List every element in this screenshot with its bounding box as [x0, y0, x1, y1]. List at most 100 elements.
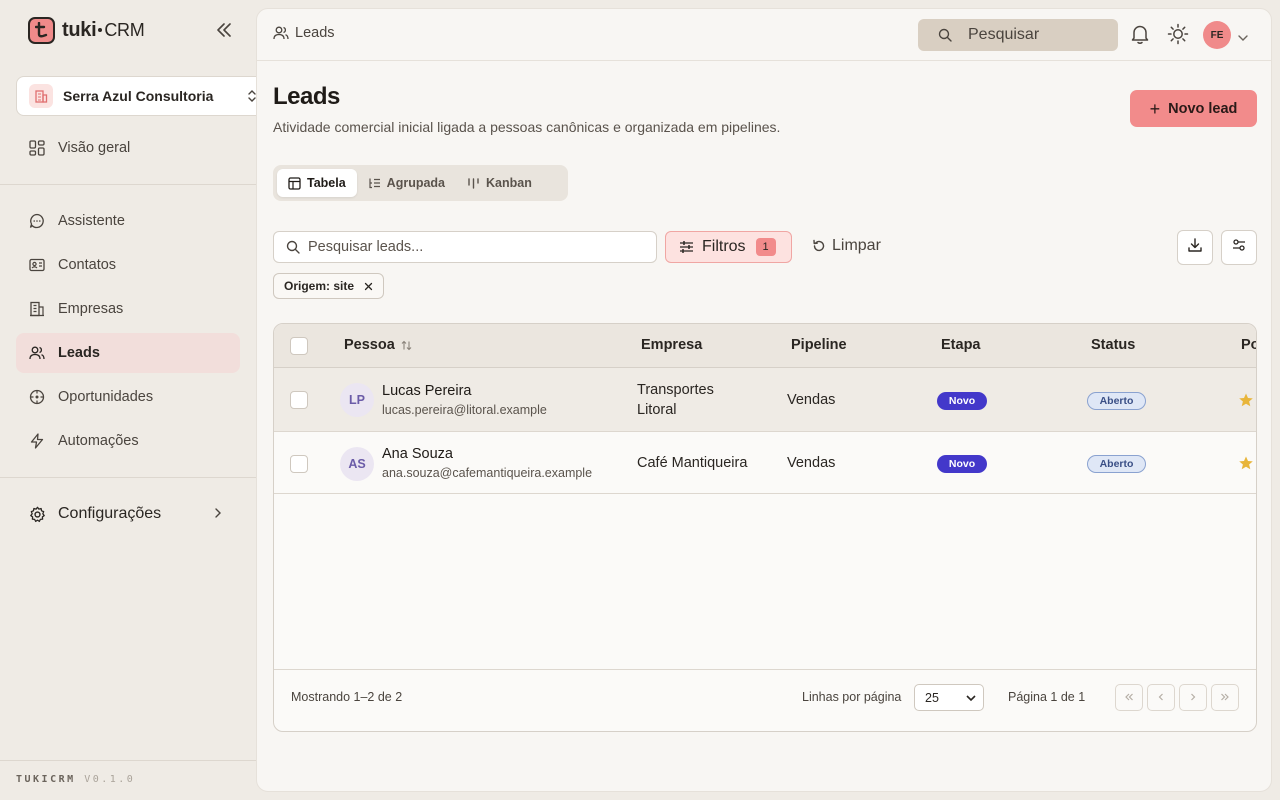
last-page-button[interactable] — [1211, 684, 1239, 711]
column-header-pipeline[interactable]: Pipeline — [791, 337, 847, 353]
collapse-sidebar-icon[interactable] — [214, 20, 234, 40]
company-name: Café Mantiqueira — [637, 455, 748, 471]
showing-count: Mostrando 1–2 de 2 — [291, 690, 403, 704]
sidebar-item-label: Visão geral — [58, 140, 131, 156]
page-indicator: Página 1 de 1 — [1008, 690, 1086, 704]
list-tree-icon — [368, 177, 381, 190]
tab-tabela[interactable]: Tabela — [277, 169, 357, 197]
column-settings-button[interactable] — [1221, 230, 1257, 265]
search-icon — [286, 240, 300, 254]
building-icon — [29, 84, 53, 108]
row-checkbox[interactable] — [290, 455, 308, 473]
chevron-down-icon — [965, 692, 977, 704]
sidebar-divider — [0, 477, 256, 478]
active-filter-chip[interactable]: Origem: site — [273, 273, 385, 299]
sidebar-item-configuracoes[interactable]: Configurações — [16, 494, 240, 534]
stage-badge: Novo — [937, 392, 987, 410]
tab-label: Agrupada — [386, 176, 446, 190]
avatar: AS — [340, 447, 374, 481]
chevron-left-icon — [1156, 691, 1166, 705]
star-icon[interactable] — [1238, 392, 1254, 413]
close-icon[interactable] — [364, 282, 373, 291]
sidebar: tuki CRM Serra Azul Consultoria Visão ger… — [0, 0, 264, 800]
sort-icon — [401, 340, 412, 351]
new-lead-button[interactable]: + Novo lead — [1130, 90, 1257, 127]
next-page-button[interactable] — [1179, 684, 1207, 711]
sidebar-item-leads[interactable]: Leads — [16, 333, 240, 373]
rows-per-page-label: Linhas por página — [802, 690, 902, 704]
page-subtitle: Atividade comercial inicial ligada a pes… — [273, 119, 781, 135]
table-icon — [288, 176, 301, 190]
theme-toggle-sun-icon[interactable] — [1167, 23, 1189, 50]
prev-page-button[interactable] — [1147, 684, 1175, 711]
filters-count-badge: 1 — [755, 238, 776, 256]
chevrons-left-icon — [1124, 691, 1134, 705]
export-button[interactable] — [1177, 230, 1213, 265]
pipeline-cell: Vendas — [787, 392, 836, 408]
global-search-label: Pesquisar — [968, 26, 1040, 43]
sidebar-item-assistente[interactable]: Assistente — [16, 201, 240, 241]
app-logo[interactable]: tuki CRM — [28, 16, 145, 44]
building-icon — [28, 300, 46, 318]
logo-icon — [28, 16, 55, 44]
stage-badge: Novo — [937, 455, 987, 473]
user-avatar[interactable]: FE — [1203, 21, 1231, 49]
first-page-button[interactable] — [1115, 684, 1143, 711]
filters-button[interactable]: Filtros 1 — [665, 231, 792, 263]
status-badge: Aberto — [1087, 455, 1146, 473]
person-name[interactable]: Ana Souza — [382, 446, 453, 462]
sidebar-item-oportunidades[interactable]: Oportunidades — [16, 377, 240, 417]
column-label: Pessoa — [344, 337, 395, 353]
bell-icon[interactable] — [1129, 23, 1151, 50]
chat-icon — [28, 212, 46, 230]
rows-per-page-select[interactable]: 25 — [914, 684, 984, 711]
main-panel: Leads Pesquisar FE Leads Atividade comer… — [256, 8, 1272, 792]
reset-icon — [812, 239, 826, 253]
sidebar-item-label: Contatos — [58, 257, 117, 273]
global-search-button[interactable]: Pesquisar — [918, 19, 1118, 51]
chevron-right-icon — [1188, 691, 1198, 705]
table-header: Pessoa Empresa Pipeline Etapa Status Po — [274, 324, 1256, 368]
column-header-etapa[interactable]: Etapa — [941, 337, 981, 353]
company-name-cont: Litoral — [637, 402, 677, 418]
lead-search-input[interactable] — [308, 239, 648, 255]
breadcrumb: Leads — [273, 25, 335, 41]
sidebar-item-automacoes[interactable]: Automações — [16, 421, 240, 461]
chevrons-right-icon — [1220, 691, 1230, 705]
company-name: Transportes — [637, 382, 714, 398]
contact-card-icon — [28, 256, 46, 274]
column-header-truncated[interactable]: Po — [1241, 337, 1256, 353]
row-checkbox[interactable] — [290, 391, 308, 409]
org-switcher[interactable]: Serra Azul Consultoria — [16, 76, 264, 116]
settings-sliders-icon — [1231, 237, 1247, 258]
plus-icon: + — [1149, 98, 1161, 119]
lead-search-field[interactable] — [273, 231, 657, 263]
column-header-pessoa[interactable]: Pessoa — [344, 337, 412, 353]
table-row[interactable]: AS Ana Souza ana.souza@cafemantiqueira.e… — [274, 433, 1256, 494]
new-lead-label: Novo lead — [1168, 100, 1238, 117]
tab-agrupada[interactable]: Agrupada — [357, 169, 456, 197]
table-row[interactable]: LP Lucas Pereira lucas.pereira@litoral.e… — [274, 368, 1256, 432]
view-switcher: Tabela Agrupada Kanban — [273, 165, 568, 201]
column-header-status[interactable]: Status — [1091, 337, 1135, 353]
tab-kanban[interactable]: Kanban — [456, 169, 543, 197]
sidebar-item-label: Assistente — [58, 213, 125, 229]
avatar: LP — [340, 383, 374, 417]
rows-per-page-value: 25 — [925, 690, 939, 705]
bolt-icon — [28, 432, 46, 450]
gear-icon — [28, 505, 46, 523]
clear-filters-button[interactable]: Limpar — [812, 237, 881, 255]
star-icon[interactable] — [1238, 455, 1254, 476]
column-header-empresa[interactable]: Empresa — [641, 337, 702, 353]
person-name[interactable]: Lucas Pereira — [382, 383, 471, 399]
chevron-down-icon[interactable] — [1237, 29, 1249, 47]
sidebar-item-visao-geral[interactable]: Visão geral — [16, 128, 240, 168]
users-icon — [273, 25, 289, 41]
download-icon — [1187, 237, 1203, 258]
tab-label: Kanban — [486, 176, 532, 190]
select-all-checkbox[interactable] — [290, 337, 308, 355]
sidebar-item-contatos[interactable]: Contatos — [16, 245, 240, 285]
sidebar-item-label: Empresas — [58, 301, 124, 317]
sidebar-item-label: Oportunidades — [58, 389, 154, 405]
sidebar-item-empresas[interactable]: Empresas — [16, 289, 240, 329]
